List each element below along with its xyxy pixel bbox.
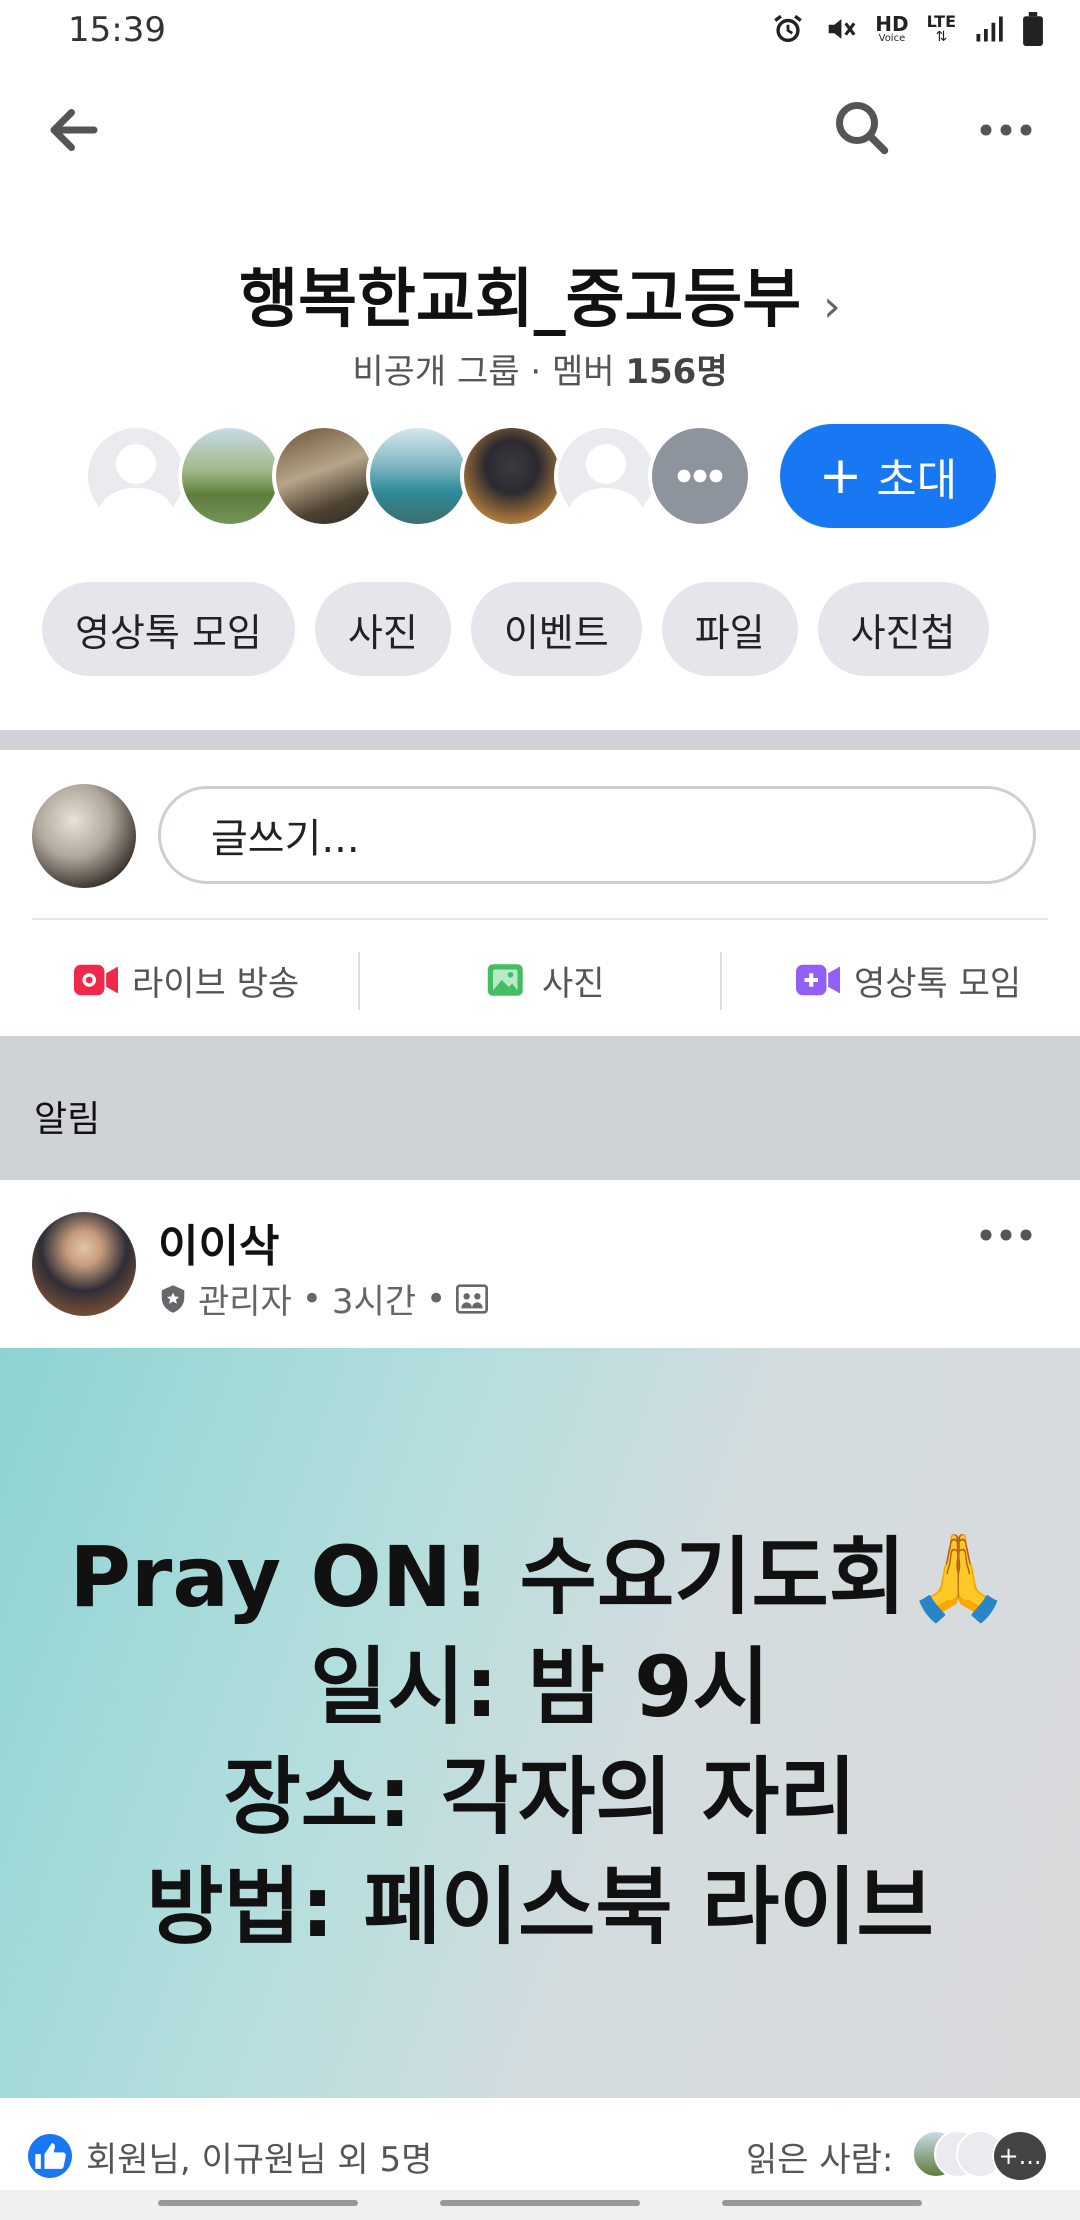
post-role: 관리자 [198, 1282, 292, 1322]
video-chat-button[interactable]: 영상톡 모임 [796, 930, 1021, 1030]
nav-home-button[interactable] [440, 2200, 640, 2206]
signal-icon [976, 16, 1003, 42]
alerts-label: 알림 [34, 1099, 101, 1140]
status-bar: 15:39 HD Voice LTE ⇅ [0, 0, 1080, 64]
member-avatar[interactable] [272, 424, 376, 528]
post-line: 방법: 페이스북 라이브 [146, 1858, 934, 1956]
post-author-avatar[interactable] [32, 1212, 136, 1316]
post-line: 장소: 각자의 자리 [223, 1748, 857, 1846]
meta-separator: • [426, 1278, 447, 1319]
tab-files[interactable]: 파일 [661, 582, 798, 676]
search-button[interactable] [832, 98, 892, 158]
admin-shield-icon [161, 1284, 185, 1313]
post-meta: 관리자 • 3시간 • [158, 1274, 489, 1323]
more-members-avatar[interactable] [648, 424, 752, 528]
system-nav-bar [0, 2190, 1080, 2220]
photo-label: 사진 [542, 963, 605, 1004]
invite-label: 초대 [876, 455, 958, 506]
member-avatar[interactable] [460, 424, 564, 528]
post-time[interactable]: 3시간 [332, 1274, 416, 1323]
back-button[interactable] [44, 100, 104, 160]
group-audience-icon [456, 1283, 489, 1314]
divider [32, 918, 1048, 920]
photo-icon [487, 964, 523, 996]
group-tabs: 영상톡 모임 사진 이벤트 파일 사진첩 [42, 582, 989, 676]
mute-icon [828, 19, 856, 39]
post-options-button[interactable] [976, 1210, 1036, 1260]
tab-photos[interactable]: 사진 [314, 582, 451, 676]
group-meta: 비공개 그룹 · 멤버 156명 [0, 344, 1080, 393]
post-line: 일시: 밤 9시 [310, 1638, 770, 1736]
search-icon [836, 102, 889, 155]
video-chat-label: 영상톡 모임 [854, 963, 1022, 1004]
tab-albums[interactable]: 사진첩 [817, 582, 989, 676]
group-title[interactable]: 행복한교회_중고등부 › [0, 248, 1080, 340]
more-dots-icon [980, 124, 1032, 136]
battery-icon [1023, 12, 1043, 46]
group-title-text: 행복한교회_중고등부 [239, 263, 802, 337]
meta-separator: • [301, 1278, 322, 1319]
seen-by-avatars[interactable]: +... [912, 2130, 1052, 2182]
more-options-button[interactable] [976, 100, 1036, 160]
tab-video-chat[interactable]: 영상톡 모임 [42, 582, 295, 676]
seen-by-label: 읽은 사람: [746, 2140, 894, 2180]
alarm-icon [774, 14, 803, 43]
nav-recent-button[interactable] [158, 2200, 358, 2206]
group-member-count: 156명 [625, 352, 728, 392]
composer-placeholder: 글쓰기... [211, 816, 360, 862]
tab-events[interactable]: 이벤트 [470, 582, 642, 676]
member-avatar[interactable] [554, 424, 658, 528]
reader-more-badge: +... [992, 2130, 1048, 2182]
default-person-icon [96, 444, 176, 524]
chevron-right-icon: › [823, 281, 841, 332]
plus-icon: + [818, 446, 863, 506]
divider [720, 952, 722, 1010]
user-avatar[interactable] [32, 784, 136, 888]
post-author-name[interactable]: 이이삭 [158, 1210, 279, 1274]
default-person-icon [566, 444, 646, 524]
more-dots-icon [677, 469, 723, 483]
live-broadcast-button[interactable]: 라이브 방송 [74, 930, 299, 1030]
live-broadcast-label: 라이브 방송 [132, 963, 300, 1004]
divider [358, 952, 360, 1010]
invite-button[interactable]: + 초대 [780, 424, 996, 528]
status-time: 15:39 [68, 10, 166, 50]
photo-button[interactable]: 사진 [486, 930, 605, 1030]
section-divider [0, 730, 1080, 750]
member-avatar[interactable] [84, 424, 188, 528]
hd-voice-icon: HD Voice [875, 12, 909, 44]
status-icons: HD Voice LTE ⇅ [771, 12, 1044, 46]
more-dots-icon [980, 1229, 1032, 1241]
like-reaction-icon[interactable] [28, 2134, 72, 2178]
post-text-background[interactable]: Pray ON! 수요기도회🙏 일시: 밤 9시 장소: 각자의 자리 방법: … [0, 1348, 1080, 2098]
nav-back-button[interactable] [722, 2200, 922, 2206]
member-avatar[interactable] [178, 424, 282, 528]
reactions-summary[interactable]: 회원님, 이규원님 외 5명 [86, 2132, 432, 2181]
live-video-icon [74, 964, 118, 996]
composer-actions: 라이브 방송 사진 영상톡 모임 [0, 930, 1080, 1030]
post-line: Pray ON! 수요기도회🙏 [69, 1528, 1011, 1626]
video-chat-icon [796, 964, 840, 996]
group-privacy: 비공개 그룹 · 멤버 [352, 352, 626, 392]
back-arrow-icon [50, 109, 98, 151]
alerts-section [0, 1036, 1080, 1180]
lte-icon: LTE ⇅ [926, 12, 956, 45]
post-composer-input[interactable]: 글쓰기... [158, 786, 1036, 884]
member-avatar[interactable] [366, 424, 470, 528]
